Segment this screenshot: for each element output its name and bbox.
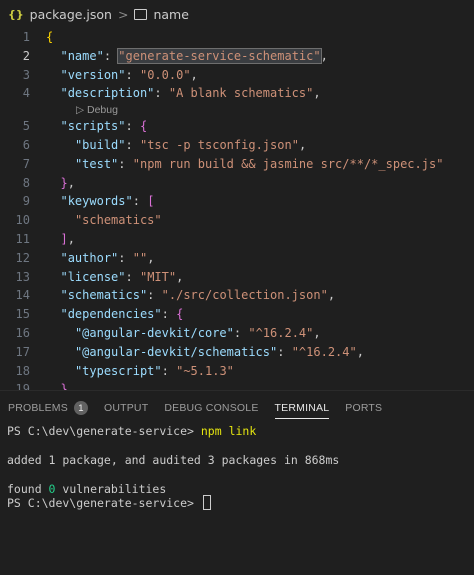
line-number: 11 [15,231,30,246]
breadcrumb-file[interactable]: package.json [30,7,112,22]
terminal[interactable]: PS C:\dev\generate-service> npm link add… [0,424,474,575]
panel-tab-bar: PROBLEMS 1 OUTPUT DEBUG CONSOLE TERMINAL PORT… [0,390,474,425]
json-file-icon: {} [8,7,24,21]
code-text: "description": "A blank schematics", [60,86,321,101]
code-text: "version": "0.0.0", [60,67,198,82]
code-text: { [46,30,54,44]
terminal-output: added 1 package, and audited 3 packages … [7,452,340,467]
line-number: 2 [22,48,30,63]
terminal-line: PS C:\dev\generate-service> npm link [7,424,474,438]
code-line[interactable]: 16 "@angular-devkit/core": "^16.2.4", [0,324,474,343]
tab-problems[interactable]: PROBLEMS 1 [0,391,96,425]
line-number: 12 [15,250,30,265]
line-number: 19 [15,382,30,390]
terminal-line: found 0 vulnerabilities [7,482,474,496]
code-text: ], [60,231,75,246]
line-number: 7 [22,156,30,171]
code-line[interactable]: 8 }, [0,174,474,193]
code-text: "author": "", [60,250,155,265]
code-line[interactable]: 15 "dependencies": { [0,305,474,324]
line-number: 1 [22,30,30,44]
code-line[interactable]: 11 ], [0,230,474,249]
line-number: 5 [22,119,30,134]
line-number: 14 [15,288,30,303]
code-text: "dependencies": { [60,307,184,322]
line-number: 13 [15,269,30,284]
breadcrumb: {} package.json > name [0,0,474,28]
code-line[interactable]: 12 "author": "", [0,249,474,268]
line-number: 17 [15,344,30,359]
debug-icon: ▷ [76,104,87,117]
code-line[interactable]: 19 }, [0,380,474,390]
terminal-prompt: PS C:\dev\generate-service> [7,495,201,510]
code-text: "build": "tsc -p tsconfig.json", [74,137,307,152]
line-number: 9 [22,194,30,209]
code-text: "license": "MIT", [60,269,184,284]
code-line[interactable]: 10 "schematics" [0,211,474,230]
terminal-line: PS C:\dev\generate-service> [7,494,474,510]
tab-label: PROBLEMS [8,402,68,414]
code-text: }, [60,175,75,190]
tab-label: OUTPUT [103,402,149,414]
code-text: "@angular-devkit/core": "^16.2.4", [74,325,321,340]
code-text: "@angular-devkit/schematics": "^16.2.4", [74,344,364,359]
code-text: "typescript": "~5.1.3" [74,363,234,378]
code-line[interactable]: 13 "license": "MIT", [0,268,474,287]
tab-terminal[interactable]: TERMINAL [267,391,338,425]
code-line[interactable]: 18 "typescript": "~5.1.3" [0,362,474,381]
code-text: "name": "generate-service-schematic", [60,47,328,64]
tab-output[interactable]: OUTPUT [96,391,156,425]
tab-label: PORTS [345,402,383,414]
line-number: 6 [22,137,30,152]
line-number: 10 [15,213,30,228]
code-line[interactable]: 7 "test": "npm run build && jasmine src/… [0,155,474,174]
code-line[interactable]: 6 "build": "tsc -p tsconfig.json", [0,136,474,155]
code-text: "schematics" [74,213,162,228]
code-line[interactable]: 4 "description": "A blank schematics", [0,84,474,103]
problems-count-badge: 1 [73,401,88,415]
line-number: 15 [15,307,30,322]
code-editor[interactable]: 1{2 "name": "generate-service-schematic"… [0,28,474,390]
line-number: 8 [22,175,30,190]
code-text: "test": "npm run build && jasmine src/**… [74,156,444,171]
tab-ports[interactable]: PORTS [337,391,390,425]
terminal-cursor[interactable] [202,494,211,510]
terminal-found-prefix: found [7,481,49,496]
code-text: "keywords": [ [60,194,155,209]
code-line[interactable]: 2 "name": "generate-service-schematic", [0,47,474,66]
line-number: 18 [15,363,30,378]
code-line[interactable]: 1{ [0,28,474,47]
code-line[interactable]: 5 "scripts": { [0,117,474,136]
tab-label: DEBUG CONSOLE [164,402,259,414]
symbol-property-icon [134,8,148,20]
code-text: "scripts": { [60,119,148,134]
breadcrumb-symbol[interactable]: name [153,7,188,22]
line-number: 16 [15,325,30,340]
code-text: "schematics": "./src/collection.json", [60,288,336,303]
terminal-prompt: PS C:\dev\generate-service> [7,424,201,438]
debug-codelens[interactable]: ▷ Debug [0,103,474,117]
debug-codelens-label: Debug [87,104,118,117]
code-text: }, [60,382,75,390]
line-number: 3 [22,67,30,82]
code-line[interactable]: 14 "schematics": "./src/collection.json"… [0,286,474,305]
code-line[interactable]: 3 "version": "0.0.0", [0,66,474,85]
terminal-command: npm link [200,424,257,438]
code-line[interactable]: 9 "keywords": [ [0,192,474,211]
terminal-found-suffix: vulnerabilities [55,481,167,496]
line-number: 4 [22,86,30,101]
tab-debug-console[interactable]: DEBUG CONSOLE [156,391,266,425]
code-line[interactable]: 17 "@angular-devkit/schematics": "^16.2.… [0,343,474,362]
tab-label: TERMINAL [274,402,330,414]
breadcrumb-separator: > [117,6,129,22]
